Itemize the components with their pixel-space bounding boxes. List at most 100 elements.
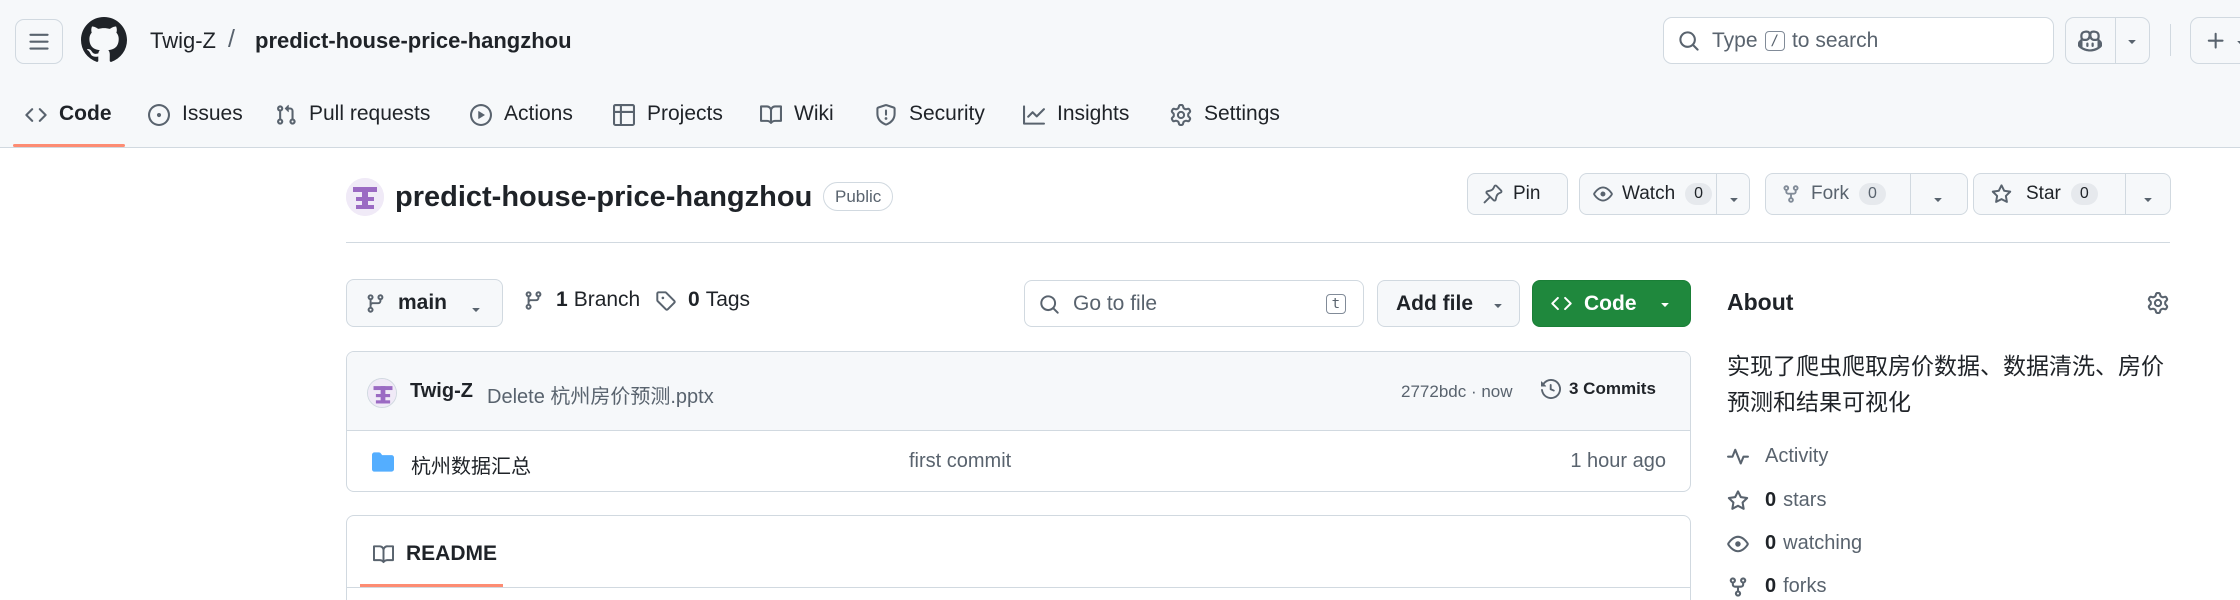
search-icon [1040,295,1059,314]
watch-count: 0 [1685,183,1713,205]
repo-title[interactable]: predict-house-price-hangzhou [395,178,812,216]
branch-count: 1 [556,288,568,311]
copilot-icon [2078,30,2102,52]
code-icon [25,108,47,122]
owner-link[interactable]: Twig-Z [150,26,216,56]
go-to-file-placeholder: Go to file [1073,291,1158,315]
forks-link[interactable]: 0 forks [1727,575,1826,598]
tab-issues[interactable]: Issues [148,94,243,148]
watchers-link[interactable]: 0 watching [1727,532,1862,555]
forks-label: forks [1783,575,1827,597]
repo-description: 实现了爬虫爬取房价数据、数据清洗、房价预测和结果可视化 [1727,353,2164,415]
tab-actions[interactable]: Actions [470,94,573,148]
fork-button[interactable]: Fork 0 [1765,173,1968,215]
commit-message[interactable]: Delete 杭州房价预测.pptx [487,380,714,409]
breadcrumb-separator: / [228,25,235,53]
tab-projects[interactable]: Projects [613,94,723,148]
play-icon [470,104,492,126]
search-icon [1679,31,1699,51]
tab-label: Security [909,102,985,125]
stars-label: stars [1783,489,1827,511]
tag-icon [656,290,676,311]
branch-count-label: Branch [573,288,641,311]
branch-icon [525,290,542,310]
branches-link[interactable]: 1 Branch [523,288,640,312]
tab-code[interactable]: Code [25,94,112,148]
tab-label: Code [59,102,112,125]
tab-insights[interactable]: Insights [1023,94,1129,148]
active-tab-indicator [13,144,125,147]
visibility-badge: Public [823,182,894,211]
gear-icon[interactable] [2147,292,2169,314]
global-header: Twig-Z / predict-house-price-hangzhou Ty… [0,0,2240,148]
eye-icon [1593,186,1613,202]
create-new-button[interactable] [2190,17,2240,64]
issue-icon [148,104,170,126]
gear-icon [1170,104,1192,126]
go-to-file-input[interactable]: Go to file t [1024,280,1364,327]
shield-icon [876,104,896,126]
chevron-down-icon [2237,40,2240,44]
tab-security[interactable]: Security [875,94,985,148]
github-logo-icon[interactable] [81,17,127,63]
title-divider [346,242,2170,243]
pin-button[interactable]: Pin [1467,173,1568,215]
book-icon [373,544,394,563]
pull-request-icon [277,104,296,125]
global-search-input[interactable]: Type / to search [1663,17,2054,64]
activity-label: Activity [1765,445,1829,467]
branch-select-button[interactable]: main [346,279,503,327]
table-row[interactable]: 杭州数据汇总 first commit 1 hour ago [347,432,1690,491]
tab-wiki[interactable]: Wiki [760,94,834,148]
book-icon [760,105,782,124]
tab-label: Pull requests [309,102,431,125]
folder-icon [372,452,394,472]
search-prefix: Type [1712,28,1758,52]
chevron-down-icon[interactable] [1726,191,1742,207]
copilot-button[interactable] [2065,17,2150,64]
latest-commit-row: Twig-Z Delete 杭州房价预测.pptx 2772bdc · now … [347,352,1690,431]
commits-link[interactable]: 3 Commits [1541,379,1656,399]
readme-divider [347,587,1690,588]
repo-link[interactable]: predict-house-price-hangzhou [255,26,572,56]
header-divider [2170,24,2171,56]
tag-count-label: Tags [705,288,751,311]
star-icon [1727,489,1749,510]
repo-owner-avatar[interactable] [346,178,384,216]
branch-icon [367,293,384,313]
fork-icon [1729,576,1747,597]
chevron-down-icon [2128,40,2136,44]
tags-link[interactable]: 0 Tags [655,288,750,312]
chevron-down-icon[interactable] [2140,191,2156,207]
stars-link[interactable]: 0 stars [1727,489,1826,512]
commit-author[interactable]: Twig-Z [410,380,473,403]
file-name[interactable]: 杭州数据汇总 [411,450,531,479]
eye-icon [1727,535,1749,552]
tab-label: Issues [182,102,243,125]
menu-button[interactable] [15,19,63,64]
watching-label: watching [1783,532,1863,554]
avatar[interactable] [367,378,397,408]
watch-button[interactable]: Watch 0 [1579,173,1750,215]
pin-label: Pin [1513,183,1541,204]
commit-meta[interactable]: 2772bdc · now [1401,382,1513,402]
fork-count: 0 [1859,183,1886,205]
tab-label: Insights [1057,102,1130,125]
star-button[interactable]: Star 0 [1973,173,2171,215]
tab-pull-requests[interactable]: Pull requests [275,94,430,148]
file-commit-message[interactable]: first commit [909,450,1011,473]
code-button[interactable]: Code [1532,280,1691,327]
chevron-down-icon [472,308,480,312]
star-icon [1991,183,2012,203]
forks-count: 0 [1765,575,1777,597]
search-suffix: to search [1791,28,1879,52]
activity-link[interactable]: Activity [1727,445,1828,468]
tab-label: Settings [1204,102,1280,125]
add-file-button[interactable]: Add file [1377,280,1520,327]
readme-tab[interactable]: README [373,542,497,566]
fork-icon [1783,185,1799,203]
branch-name: main [398,291,448,314]
chevron-down-icon[interactable] [1930,191,1946,207]
tab-settings[interactable]: Settings [1170,94,1280,148]
stars-count: 0 [1765,489,1777,511]
